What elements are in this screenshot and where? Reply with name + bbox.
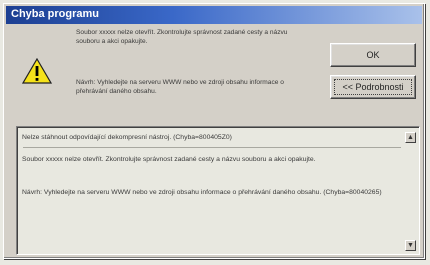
dialog-title: Chyba programu <box>11 8 100 20</box>
warning-icon <box>22 58 52 84</box>
scroll-up-button[interactable]: ▲ <box>405 132 416 143</box>
scroll-down-button[interactable]: ▼ <box>405 240 416 251</box>
details-textbox[interactable]: Nelze stáhnout odpovídající dekompresní … <box>16 126 420 255</box>
details-line-hint: Návrh: Vyhledejte na serveru WWW nebo ve… <box>22 189 382 196</box>
details-line-decompressor: Nelze stáhnout odpovídající dekompresní … <box>22 134 232 141</box>
details-divider <box>23 147 401 148</box>
details-line-file-error: Soubor xxxxx nelze otevřít. Zkontrolujte… <box>22 156 316 163</box>
ok-button[interactable]: OK <box>330 43 416 67</box>
error-hint: Návrh: Vyhledejte na serveru WWW nebo ve… <box>76 79 284 95</box>
error-message: Soubor xxxxx nelze otevřít. Zkontrolujte… <box>76 29 288 45</box>
details-button[interactable]: << Podrobnosti <box>330 75 416 99</box>
title-bar[interactable]: Chyba programu <box>6 6 422 24</box>
